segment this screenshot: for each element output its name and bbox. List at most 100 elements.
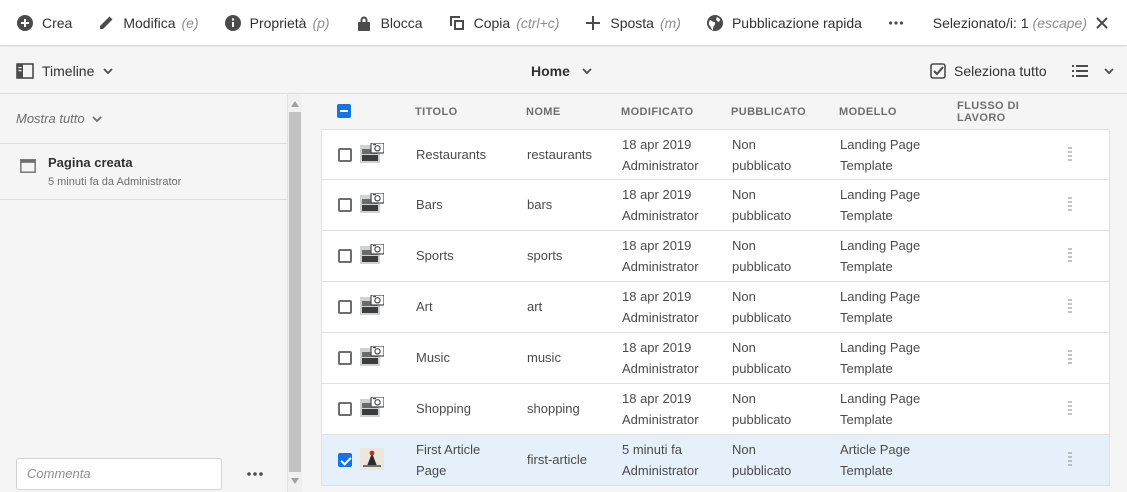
properties-label: Proprietà (249, 14, 307, 31)
cell-name: art (527, 299, 543, 314)
row-checkbox[interactable] (338, 351, 352, 365)
create-button[interactable]: Crea (0, 0, 85, 46)
lock-button[interactable]: Blocca (343, 0, 436, 46)
table-row[interactable]: Shopping shopping 18 apr 2019 Administrator… (321, 384, 1110, 435)
timeline-filter[interactable]: Mostra tutto (16, 111, 102, 126)
column-header-name[interactable]: NOME (526, 106, 561, 118)
move-icon (586, 15, 601, 30)
copy-button[interactable]: Copia (ctrl+c) (436, 0, 573, 46)
cell-title-line2: Page (416, 463, 447, 478)
column-header-template[interactable]: MODELLO (839, 106, 897, 118)
cell-template-line1: Article Page (840, 442, 911, 457)
table-header: TITOLO NOME MODIFICATO PUBBLICATO MODELL… (302, 95, 1127, 129)
cell-published: Non pubblicato (732, 337, 791, 379)
table-row[interactable]: Art art 18 apr 2019 Administrator Non pubblic… (321, 282, 1110, 333)
list-view: TITOLO NOME MODIFICATO PUBBLICATO MODELL… (302, 95, 1127, 492)
row-checkbox[interactable] (338, 300, 352, 314)
list-view-icon (1072, 64, 1088, 77)
breadcrumb[interactable]: Home (531, 47, 592, 94)
cell-published-line1: Non (732, 391, 756, 406)
more-actions-button[interactable] (875, 0, 917, 46)
row-checkbox[interactable] (338, 198, 352, 212)
more-icon[interactable] (246, 465, 264, 483)
chevron-down-icon (92, 115, 102, 122)
cell-modified-date: 18 apr 2019 (622, 238, 692, 253)
drag-handle-icon[interactable] (1068, 349, 1072, 365)
row-checkbox[interactable] (338, 453, 352, 467)
comment-input[interactable]: Commenta (16, 458, 222, 490)
cell-template-line2: Template (840, 310, 893, 325)
chevron-down-icon (582, 67, 592, 74)
cell-name: restaurants (527, 147, 593, 162)
select-all-label: Seleziona tutto (954, 62, 1047, 79)
cell-template-line2: Template (840, 259, 893, 274)
cell-title: Shopping (416, 401, 471, 416)
scrollbar-thumb[interactable] (289, 112, 301, 472)
cell-name: music (527, 350, 561, 365)
cell-modified-date: 18 apr 2019 (622, 187, 692, 202)
cell-title-line1: First Article (416, 442, 481, 457)
cell-published-line2: pubblicato (732, 310, 792, 325)
row-checkbox[interactable] (338, 148, 352, 162)
cell-template: Landing Page Template (840, 235, 920, 277)
select-all-checkbox[interactable] (337, 104, 351, 118)
close-icon[interactable] (1095, 16, 1109, 30)
row-checkbox[interactable] (338, 249, 352, 263)
column-header-title[interactable]: TITOLO (415, 106, 458, 118)
plus-circle-icon (17, 14, 33, 31)
properties-button[interactable]: Proprietà (p) (212, 0, 343, 46)
rail-label: Timeline (42, 62, 95, 79)
cell-template: Landing Page Template (840, 184, 920, 226)
column-header-workflow[interactable]: FLUSSO DI LAVORO (957, 100, 1037, 124)
cell-published-line1: Non (732, 442, 756, 457)
drag-handle-icon[interactable] (1068, 196, 1072, 212)
view-switcher[interactable] (1071, 47, 1114, 94)
cell-modified-by: Administrator (622, 158, 699, 173)
select-all-button[interactable]: Seleziona tutto (930, 47, 1047, 94)
selection-status: Selezionato/i: 1 (escape) (933, 15, 1127, 31)
cell-modified-date: 18 apr 2019 (622, 289, 692, 304)
table-row[interactable]: Restaurants restaurants 18 apr 2019 Adminis… (321, 129, 1110, 180)
selection-shortcut: (escape) (1032, 14, 1087, 31)
selection-count: Selezionato/i: 1 (932, 14, 1029, 31)
chevron-down-icon (1104, 67, 1114, 74)
timeline-entry[interactable]: Pagina creata 5 minuti fa da Administrat… (0, 144, 288, 199)
edit-button[interactable]: Modifica (e) (85, 0, 211, 46)
rail-selector[interactable]: Timeline (16, 47, 114, 94)
cell-modified-date: 18 apr 2019 (622, 391, 692, 406)
scroll-up-arrow-icon[interactable] (291, 101, 299, 107)
table-row[interactable]: Music music 18 apr 2019 Administrator Non pub… (321, 333, 1110, 384)
rail-scrollbar[interactable] (288, 95, 302, 492)
cell-name: sports (527, 248, 563, 263)
breadcrumb-label: Home (531, 62, 570, 79)
cell-published: Non pubblicato (732, 184, 791, 226)
drag-handle-icon[interactable] (1068, 400, 1072, 416)
more-icon (888, 20, 904, 25)
cell-modified-date: 5 minuti fa (622, 442, 682, 457)
quick-publish-button[interactable]: Pubblicazione rapida (694, 0, 875, 46)
properties-shortcut: (p) (312, 14, 330, 31)
table-row[interactable]: Bars bars 18 apr 2019 Administrator Non pubbl… (321, 180, 1110, 231)
move-button[interactable]: Sposta (m) (572, 0, 694, 46)
row-checkbox[interactable] (338, 402, 352, 416)
column-header-modified[interactable]: MODIFICATO (621, 106, 694, 118)
table-row[interactable]: First Article Page first-article 5 minuti f… (321, 435, 1110, 486)
cell-modified-by: Administrator (622, 361, 699, 376)
page-thumbnail (360, 243, 385, 266)
drag-handle-icon[interactable] (1068, 247, 1072, 263)
column-header-published[interactable]: PUBBLICATO (731, 106, 806, 118)
timeline-entry-subtitle: 5 minuti fa da Administrator (48, 176, 182, 188)
drag-handle-icon[interactable] (1068, 451, 1072, 467)
cell-title: Sports (416, 248, 454, 263)
page-thumbnail (360, 294, 385, 317)
drag-handle-icon[interactable] (1068, 298, 1072, 314)
page-thumbnail (360, 192, 385, 215)
scroll-down-arrow-icon[interactable] (291, 478, 299, 484)
edit-shortcut: (e) (181, 14, 199, 31)
cell-published-line1: Non (732, 187, 756, 202)
drag-handle-icon[interactable] (1068, 146, 1072, 162)
table-row[interactable]: Sports sports 18 apr 2019 Administrator Non p… (321, 231, 1110, 282)
cell-template: Landing Page Template (840, 388, 920, 430)
copy-icon (449, 15, 464, 30)
cell-title: Art (416, 299, 433, 314)
